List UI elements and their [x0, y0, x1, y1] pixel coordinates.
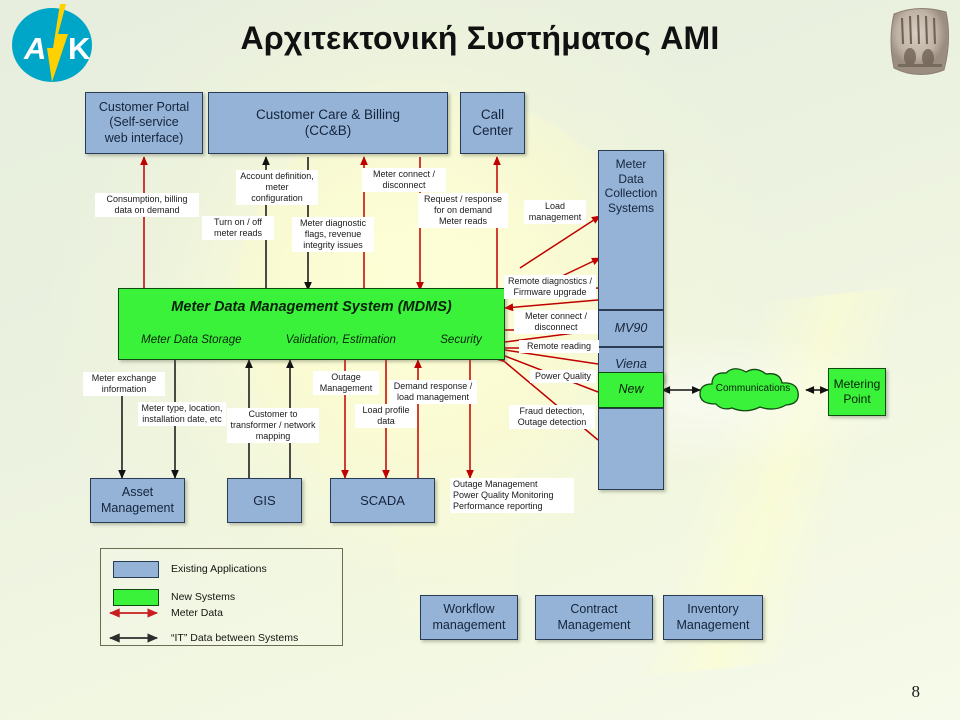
contract-line-2: Management [557, 617, 631, 632]
box-new-collection-system[interactable]: New [598, 372, 664, 408]
box-meter-data-collection-systems[interactable]: Meter Data Collection Systems [598, 150, 664, 310]
ccb-line-2: (CC&B) [304, 123, 352, 138]
box-metering-point[interactable]: Metering Point [828, 368, 886, 416]
box-customer-portal[interactable]: Customer Portal (Self-service web interf… [85, 92, 203, 154]
customer-portal-line-3: web interface) [104, 130, 184, 145]
label-request-response-on-demand: Request / response for on demand Meter r… [418, 193, 508, 228]
scada-label: SCADA [360, 492, 405, 508]
legend-label-existing: Existing Applications [171, 563, 267, 575]
label-customer-to-transformer: Customer to transformer / network mappin… [227, 408, 319, 443]
communications-label: Communications [715, 383, 791, 394]
label-outage-management: Outage Management [313, 371, 379, 395]
label-power-quality: Power Quality [530, 370, 596, 383]
legend-label-new: New Systems [171, 591, 236, 603]
mdms-function-meter-data-storage: Meter Data Storage [141, 333, 242, 346]
label-load-management: Load management [524, 200, 586, 224]
inventory-line-2: Management [676, 617, 750, 632]
mdcs-line-3: Systems [608, 200, 655, 215]
box-workflow-management[interactable]: Workflow management [420, 595, 518, 640]
contract-line-1: Contract [570, 602, 618, 617]
legend-label-meter-data: Meter Data [171, 607, 223, 619]
label-fraud-outage-detection: Fraud detection, Outage detection [509, 405, 595, 429]
metering-point-line-1: Metering [833, 377, 881, 392]
mdcs-line-2: Collection [604, 186, 658, 201]
mdms-function-validation-estimation: Validation, Estimation [285, 333, 396, 346]
legend-swatch-existing [113, 561, 159, 578]
customer-portal-line-1: Customer Portal [98, 100, 190, 115]
box-gis[interactable]: GIS [227, 478, 302, 523]
call-center-line-1: Call [480, 106, 505, 122]
metering-point-line-2: Point [843, 392, 871, 406]
gis-label: GIS [253, 492, 276, 508]
box-asset-management[interactable]: Asset Management [90, 478, 185, 523]
viena-label: Viena [615, 356, 647, 371]
ccb-line-1: Customer Care & Billing [255, 106, 401, 122]
label-consumption-billing: Consumption, billing data on demand [95, 193, 199, 217]
call-center-line-2: Center [472, 123, 513, 138]
mdms-title: Meter Data Management System (MDMS) [171, 299, 452, 315]
legend-label-it-data: “IT” Data between Systems [171, 632, 299, 644]
label-remote-diagnostics-firmware: Remote diagnostics / Firmware upgrade [504, 275, 596, 299]
box-call-center[interactable]: Call Center [460, 92, 525, 154]
box-mv90[interactable]: MV90 [598, 310, 664, 347]
legend-swatch-new [113, 589, 159, 606]
label-scada-functions: Outage Management Power Quality Monitori… [450, 478, 574, 513]
mdms-function-security: Security [440, 333, 482, 346]
page-number: 8 [911, 682, 921, 701]
box-scada[interactable]: SCADA [330, 478, 435, 523]
legend-panel: Existing Applications New Systems Meter … [100, 548, 343, 646]
label-turn-on-off-meter-reads: Turn on / off meter reads [202, 216, 274, 240]
inventory-line-1: Inventory [687, 602, 739, 617]
asset-mgmt-line-1: Asset [121, 485, 154, 500]
new-collection-label: New [618, 382, 644, 397]
label-meter-exchange-information: Meter exchange information [83, 372, 165, 396]
mdcs-line-1: Meter Data [615, 157, 647, 186]
box-contract-management[interactable]: Contract Management [535, 595, 653, 640]
label-account-definition: Account definition, meter configuration [236, 170, 318, 205]
label-load-profile-data: Load profile data [355, 404, 417, 428]
label-meter-diagnostic-flags: Meter diagnostic flags, revenue integrit… [292, 217, 374, 252]
box-customer-care-billing[interactable]: Customer Care & Billing (CC&B) [208, 92, 448, 154]
customer-portal-line-2: (Self-service [109, 115, 179, 130]
mv90-label: MV90 [614, 320, 648, 335]
label-meter-connect-disconnect-top: Meter connect / disconnect [362, 168, 446, 192]
box-mdms[interactable]: Meter Data Management System (MDMS) Mete… [118, 288, 505, 360]
box-collection-blank-segment[interactable] [598, 408, 664, 490]
box-inventory-management[interactable]: Inventory Management [663, 595, 763, 640]
slide-canvas: A K Αρχιτεκτονική Συστήματος AMI Custome… [0, 0, 960, 720]
label-meter-type-location: Meter type, location, installation date,… [138, 402, 226, 426]
workflow-line-2: management [432, 617, 506, 632]
asset-mgmt-line-2: Management [101, 500, 174, 515]
label-meter-connect-disconnect-right: Meter connect / disconnect [514, 310, 598, 334]
label-remote-reading: Remote reading [519, 340, 599, 353]
label-demand-response-load-mgmt: Demand response / load management [389, 380, 477, 404]
workflow-line-1: Workflow [443, 602, 495, 617]
